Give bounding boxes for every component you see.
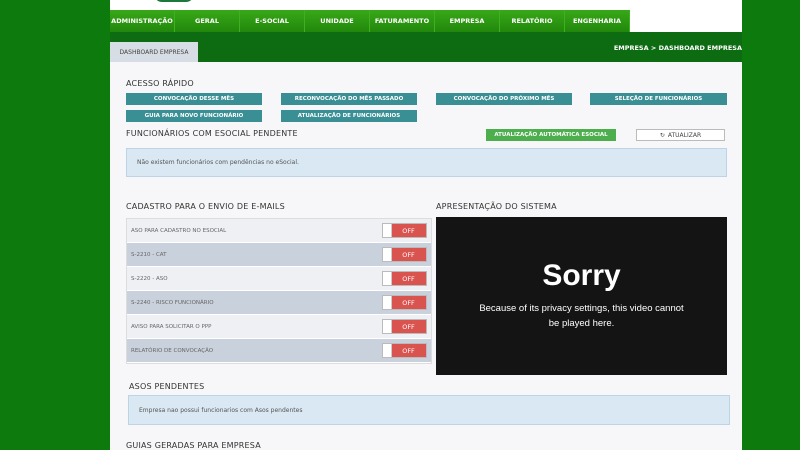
- video-player[interactable]: Sorry Because of its privacy settings, t…: [436, 217, 727, 375]
- esocial-info-box: Não existem funcionários com pendências …: [126, 148, 727, 177]
- toggle-state: Off: [402, 250, 415, 259]
- email-row: AVISO PARA SOLICITAR O PPP Off: [127, 315, 431, 338]
- main-nav: ADMINISTRAÇÃO GERAL E-SOCIAL UNIDADE FAT…: [110, 10, 630, 32]
- nav-unidade[interactable]: UNIDADE: [305, 10, 370, 32]
- email-row-label: RELATÓRIO DE CONVOCAÇÃO: [131, 347, 214, 354]
- pending-asos-title: ASOS PENDENTES: [129, 382, 205, 391]
- logo: [154, 0, 194, 2]
- email-toggle[interactable]: Off: [382, 319, 427, 334]
- reconvocacao-mes-passado-button[interactable]: RECONVOCAÇÃO DO MÊS PASSADO: [281, 93, 417, 105]
- email-toggle[interactable]: Off: [382, 223, 427, 238]
- email-row-label: S-2210 - CAT: [131, 251, 167, 258]
- guia-novo-funcionario-button[interactable]: GUIA PARA NOVO FUNCIONÁRIO: [126, 110, 262, 122]
- email-toggle[interactable]: Off: [382, 247, 427, 262]
- email-registration-table: ASO PARA CADASTRO NO ESOCIAL Off S-2210 …: [126, 218, 432, 364]
- esocial-pending-title: FUNCIONÁRIOS COM ESOCIAL PENDENTE: [126, 129, 298, 138]
- toggle-state: Off: [402, 274, 415, 283]
- top-bar: ADMINISTRAÇÃO GERAL E-SOCIAL UNIDADE FAT…: [110, 0, 742, 32]
- email-row-label: ASO PARA CADASTRO NO ESOCIAL: [131, 227, 227, 234]
- email-row: S-2210 - CAT Off: [127, 243, 431, 266]
- atualizacao-funcionarios-button[interactable]: ATUALIZAÇÃO DE FUNCIONÁRIOS: [281, 110, 417, 122]
- nav-esocial[interactable]: E-SOCIAL: [240, 10, 305, 32]
- auto-update-esocial-button[interactable]: ATUALIZAÇÃO AUTOMÁTICA ESOCIAL: [486, 129, 616, 141]
- refresh-icon: ↻: [659, 131, 665, 139]
- presentation-title: APRESENTAÇÃO DO SISTEMA: [436, 202, 557, 211]
- convocacao-desse-mes-button[interactable]: CONVOCAÇÃO DESSE MÊS: [126, 93, 262, 105]
- nav-empresa[interactable]: EMPRESA: [435, 10, 500, 32]
- esocial-message: Não existem funcionários com pendências …: [137, 159, 299, 166]
- email-toggle[interactable]: Off: [382, 295, 427, 310]
- toggle-state: Off: [402, 346, 415, 355]
- email-row-label: S-2220 - ASO: [131, 275, 168, 282]
- nav-administracao[interactable]: ADMINISTRAÇÃO: [110, 10, 175, 32]
- email-toggle[interactable]: Off: [382, 343, 427, 358]
- guides-title: GUIAS GERADAS PARA EMPRESA: [126, 441, 261, 450]
- nav-faturamento[interactable]: FATURAMENTO: [370, 10, 435, 32]
- refresh-label: ATUALIZAR: [667, 131, 702, 139]
- quick-access-title: ACESSO RÁPIDO: [126, 79, 194, 88]
- email-toggle[interactable]: Off: [382, 271, 427, 286]
- email-row-label: AVISO PARA SOLICITAR O PPP: [131, 323, 212, 330]
- email-row: ASO PARA CADASTRO NO ESOCIAL Off: [127, 219, 431, 242]
- selecao-funcionarios-button[interactable]: SELEÇÃO DE FUNCIONÁRIOS: [590, 93, 727, 105]
- email-registration-title: CADASTRO PARA O ENVIO DE E-MAILS: [126, 202, 285, 211]
- video-error-message: Because of its privacy settings, this vi…: [479, 303, 684, 329]
- nav-engenharia[interactable]: ENGENHARIA: [565, 10, 630, 32]
- sub-bar: DASHBOARD EMPRESA EMPRESA > DASHBOARD EM…: [110, 32, 742, 62]
- refresh-button[interactable]: ↻ ATUALIZAR: [636, 129, 725, 141]
- pending-asos-info-box: Empresa nao possui funcionarios com Asos…: [128, 395, 730, 425]
- email-row: S-2240 - RISCO FUNCIONÁRIO Off: [127, 291, 431, 314]
- tab-dashboard-empresa[interactable]: DASHBOARD EMPRESA: [110, 42, 198, 62]
- video-error-title: Sorry: [542, 259, 621, 292]
- nav-relatorio[interactable]: RELATÓRIO: [500, 10, 565, 32]
- toggle-state: Off: [402, 298, 415, 307]
- page: ADMINISTRAÇÃO GERAL E-SOCIAL UNIDADE FAT…: [110, 0, 742, 450]
- nav-geral[interactable]: GERAL: [175, 10, 240, 32]
- breadcrumb: EMPRESA > DASHBOARD EMPRESA: [613, 44, 742, 52]
- email-row: S-2220 - ASO Off: [127, 267, 431, 290]
- toggle-state: Off: [402, 322, 415, 331]
- pending-asos-message: Empresa nao possui funcionarios com Asos…: [139, 406, 303, 414]
- toggle-state: Off: [402, 226, 415, 235]
- convocacao-proximo-mes-button[interactable]: CONVOCAÇÃO DO PRÓXIMO MÊS: [436, 93, 572, 105]
- email-row-label: S-2240 - RISCO FUNCIONÁRIO: [131, 299, 214, 306]
- email-row: RELATÓRIO DE CONVOCAÇÃO Off: [127, 339, 431, 362]
